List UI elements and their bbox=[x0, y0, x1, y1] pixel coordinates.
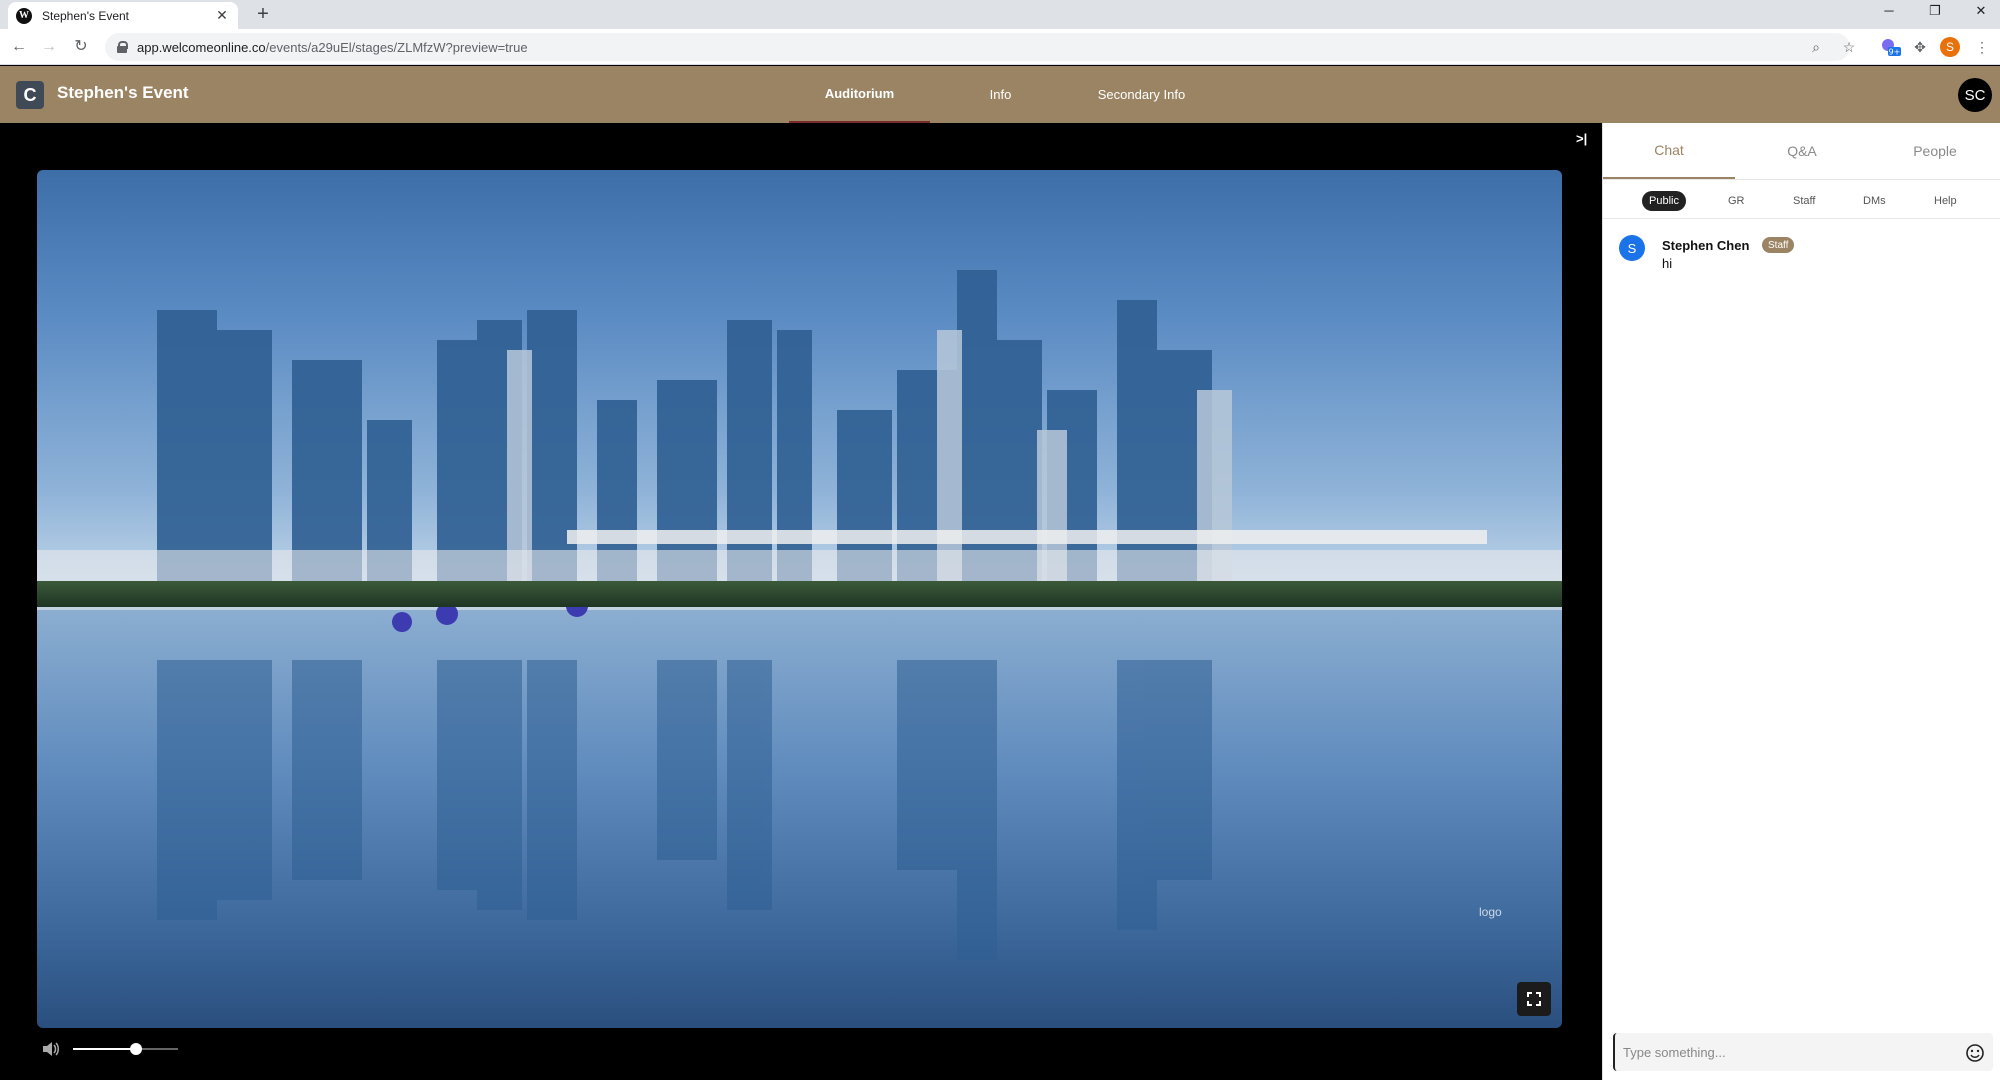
url-host: app.welcomeonline.co bbox=[137, 39, 266, 55]
reload-icon[interactable]: ↻ bbox=[70, 36, 92, 58]
puzzle-icon[interactable]: ✥ bbox=[1910, 37, 1930, 57]
star-icon[interactable]: ☆ bbox=[1839, 37, 1859, 57]
app-header: C Stephen's Event Auditorium Info Second… bbox=[0, 66, 2000, 123]
extension-badge-count: 9+ bbox=[1889, 48, 1901, 57]
collapse-icon[interactable]: >| bbox=[1576, 131, 1587, 146]
zoom-icon[interactable]: ⌕ bbox=[1806, 37, 1826, 57]
subtab-dms[interactable]: DMs bbox=[1856, 191, 1893, 211]
chat-subtabs: Public GR Staff DMs Help bbox=[1603, 179, 2000, 219]
panel-tab-qa[interactable]: Q&A bbox=[1736, 123, 1868, 179]
address-bar[interactable]: app.welcomeonline.co/events/a29uEl/stage… bbox=[105, 33, 1850, 61]
window-close-icon[interactable]: ✕ bbox=[1958, 0, 2000, 22]
menu-icon[interactable]: ⋮ bbox=[1972, 37, 1992, 57]
browser-toolbar: ← → ↻ app.welcomeonline.co/events/a29uEl… bbox=[0, 29, 2000, 65]
nav-tab-info[interactable]: Info bbox=[930, 66, 1071, 123]
forward-icon[interactable]: → bbox=[38, 36, 60, 58]
video-horizon bbox=[37, 581, 1562, 607]
subtab-public[interactable]: Public bbox=[1642, 191, 1686, 211]
stage-area: >| logo bbox=[0, 123, 1602, 1080]
side-panel: Chat Q&A People Public GR Staff DMs Help… bbox=[1602, 123, 2000, 1080]
url-path: /events/a29uEl/stages/ZLMfzW?preview=tru… bbox=[265, 39, 528, 55]
emoji-icon[interactable] bbox=[1965, 1043, 1985, 1063]
subtab-staff[interactable]: Staff bbox=[1786, 191, 1822, 211]
user-avatar[interactable]: SC bbox=[1958, 78, 1992, 112]
tab-title: Stephen's Event bbox=[42, 8, 130, 23]
restore-icon[interactable]: ❐ bbox=[1912, 0, 1958, 22]
nav-tab-auditorium[interactable]: Auditorium bbox=[789, 66, 930, 123]
nav-tab-secondary-info[interactable]: Secondary Info bbox=[1071, 66, 1212, 123]
browser-tab[interactable]: W Stephen's Event ✕ bbox=[8, 2, 238, 29]
minimize-icon[interactable]: ─ bbox=[1866, 0, 1912, 22]
lock-icon bbox=[117, 41, 128, 53]
staff-badge: Staff bbox=[1762, 237, 1795, 253]
brand-logo-icon[interactable]: C bbox=[16, 81, 44, 109]
extension-badge[interactable]: 9+ bbox=[1880, 37, 1902, 57]
site-favicon-icon: W bbox=[16, 7, 32, 24]
volume-slider-fill bbox=[73, 1048, 136, 1050]
subtab-gr[interactable]: GR bbox=[1721, 191, 1752, 211]
volume-slider[interactable] bbox=[73, 1043, 178, 1055]
profile-avatar[interactable]: S bbox=[1940, 37, 1960, 57]
message-author[interactable]: Stephen Chen bbox=[1662, 238, 1749, 253]
browser-tab-strip: W Stephen's Event ✕ + ─ ❐ ✕ bbox=[0, 0, 2000, 29]
volume-slider-knob[interactable] bbox=[130, 1043, 142, 1055]
close-icon[interactable]: ✕ bbox=[214, 7, 230, 24]
panel-tab-people[interactable]: People bbox=[1869, 123, 2000, 179]
panel-tab-chat[interactable]: Chat bbox=[1603, 123, 1735, 179]
message-text: hi bbox=[1662, 256, 1673, 271]
fullscreen-icon[interactable] bbox=[1517, 982, 1551, 1016]
avatar[interactable]: S bbox=[1619, 235, 1645, 261]
back-icon[interactable]: ← bbox=[8, 36, 30, 58]
volume-icon[interactable] bbox=[42, 1041, 60, 1062]
stage-logo: logo bbox=[1479, 905, 1502, 919]
event-name: Stephen's Event bbox=[57, 83, 189, 102]
video-player[interactable]: logo bbox=[37, 170, 1562, 1028]
plus-icon[interactable]: + bbox=[252, 3, 274, 25]
chat-input[interactable]: Type something... bbox=[1613, 1033, 1993, 1071]
subtab-help[interactable]: Help bbox=[1927, 191, 1964, 211]
